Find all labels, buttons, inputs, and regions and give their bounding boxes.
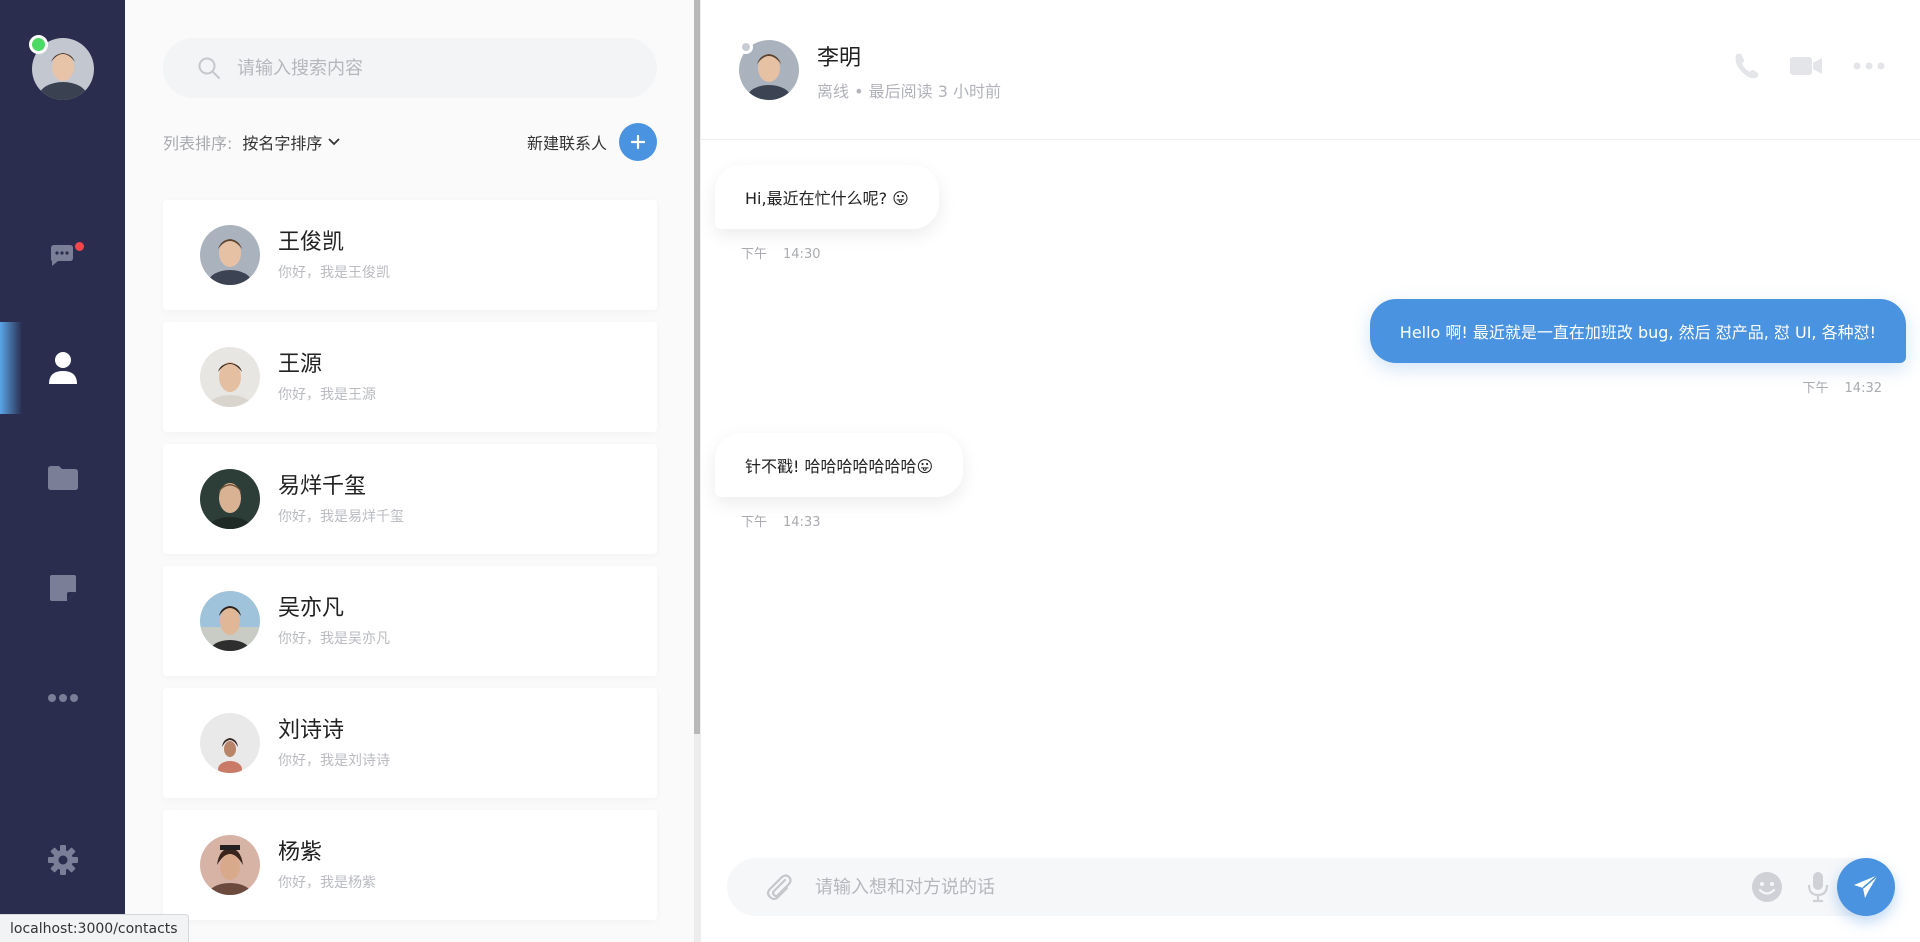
message-bubble: Hi,最近在忙什么呢? 😛	[715, 165, 939, 229]
message-timestamp: 下午 14:32	[1803, 377, 1882, 396]
contact-avatar	[200, 225, 260, 285]
contacts-panel: 列表排序: 按名字排序 新建联系人 王俊凯 你好，我是王俊凯	[125, 0, 695, 942]
chat-panel: 李明 离线 • 最后阅读 3 小时前 Hi,最近在忙什么呢? 😛 下午 14:30…	[700, 0, 1920, 942]
message-time: 14:30	[783, 247, 821, 262]
contact-item[interactable]: 王俊凯 你好，我是王俊凯	[163, 200, 657, 310]
contact-name: 王源	[278, 352, 323, 377]
chevron-down-icon	[328, 138, 341, 146]
contact-item[interactable]: 王源 你好，我是王源	[163, 322, 657, 432]
send-button[interactable]	[1837, 858, 1895, 916]
gear-icon	[47, 845, 78, 875]
nav-files-button[interactable]	[0, 432, 125, 524]
contact-last-message: 你好，我是王源	[278, 387, 376, 403]
attachment-icon[interactable]	[763, 872, 793, 902]
online-status-dot	[29, 35, 48, 54]
message-time: 14:33	[783, 515, 821, 530]
new-contact-button[interactable]: 新建联系人	[527, 123, 657, 161]
search-icon	[198, 57, 220, 79]
message-incoming: 针不戳! 哈哈哈哈哈哈哈😛	[715, 433, 964, 497]
sort-dropdown[interactable]: 按名字排序	[242, 130, 341, 154]
contact-item[interactable]: 吴亦凡 你好，我是吴亦凡	[163, 566, 657, 676]
my-avatar[interactable]	[29, 35, 94, 100]
chat-icon	[50, 245, 73, 266]
send-icon	[1854, 874, 1879, 898]
status-url-tooltip: localhost:3000/contacts	[0, 914, 189, 942]
nav-notes-button[interactable]	[0, 542, 125, 634]
message-composer	[727, 858, 1883, 916]
contact-last-message: 你好，我是吴亦凡	[278, 631, 390, 647]
note-icon	[49, 575, 76, 601]
contact-avatar	[200, 591, 260, 651]
contact-name: 刘诗诗	[278, 718, 345, 743]
message-incoming: Hi,最近在忙什么呢? 😛	[715, 165, 939, 229]
message-input[interactable]	[815, 876, 1695, 898]
sort-value: 按名字排序	[242, 134, 323, 153]
more-icon	[47, 694, 78, 702]
nav-more-button[interactable]	[0, 652, 125, 744]
nav-chat-button[interactable]	[0, 212, 125, 304]
composer-tools	[1751, 858, 1829, 916]
video-call-icon[interactable]	[1789, 55, 1823, 77]
more-options-icon[interactable]	[1853, 62, 1885, 70]
search-box[interactable]	[163, 38, 657, 98]
contact-avatar	[200, 469, 260, 529]
message-time: 14:32	[1844, 381, 1882, 396]
contact-name: 易烊千玺	[278, 474, 367, 499]
message-period: 下午	[741, 247, 768, 262]
message-period: 下午	[1802, 381, 1829, 396]
contact-name: 杨紫	[278, 840, 323, 865]
chat-contact-status: 离线 • 最后阅读 3 小时前	[817, 82, 1001, 101]
nav-settings-button[interactable]	[0, 814, 125, 906]
user-icon	[48, 352, 77, 384]
offline-status-dot	[739, 40, 753, 54]
emoji-icon[interactable]	[1751, 871, 1783, 903]
microphone-icon[interactable]	[1807, 871, 1829, 903]
plus-icon	[631, 135, 645, 149]
chat-header-actions	[1733, 52, 1885, 80]
message-bubble: 针不戳! 哈哈哈哈哈哈哈😛	[715, 433, 964, 497]
message-timestamp: 下午 14:33	[741, 511, 820, 530]
new-contact-label: 新建联系人	[526, 134, 607, 153]
chat-contact-name: 李明	[817, 46, 862, 71]
message-period: 下午	[741, 515, 768, 530]
chat-header: 李明 离线 • 最后阅读 3 小时前	[701, 0, 1920, 140]
contact-last-message: 你好，我是易烊千玺	[278, 509, 404, 525]
sort-label: 列表排序:	[163, 134, 233, 153]
contact-name: 吴亦凡	[278, 596, 345, 621]
contact-last-message: 你好，我是刘诗诗	[278, 753, 390, 769]
nav-contacts-button[interactable]	[0, 322, 125, 414]
message-outgoing: Hello 啊! 最近就是一直在加班改 bug, 然后 怼产品, 怼 UI, 各…	[1369, 299, 1906, 363]
contact-avatar	[200, 713, 260, 773]
contact-list: 王俊凯 你好，我是王俊凯 王源 你好，我是王源 易烊千玺 你好，我是易烊千玺 吴…	[163, 200, 657, 932]
contact-item[interactable]: 易烊千玺 你好，我是易烊千玺	[163, 444, 657, 554]
message-timestamp: 下午 14:30	[741, 243, 820, 262]
sort-bar: 列表排序: 按名字排序 新建联系人	[163, 120, 657, 164]
add-contact-button[interactable]	[619, 123, 657, 161]
contact-name: 王俊凯	[278, 230, 345, 255]
message-bubble: Hello 啊! 最近就是一直在加班改 bug, 然后 怼产品, 怼 UI, 各…	[1369, 299, 1906, 363]
nav-rail	[0, 0, 125, 942]
contact-last-message: 你好，我是王俊凯	[278, 265, 390, 281]
folder-icon	[47, 466, 78, 490]
phone-icon[interactable]	[1733, 52, 1759, 80]
contact-last-message: 你好，我是杨紫	[278, 875, 376, 891]
contact-avatar	[200, 347, 260, 407]
contact-avatar	[200, 835, 260, 895]
unread-badge	[75, 242, 84, 251]
search-input[interactable]	[237, 57, 617, 79]
contact-item[interactable]: 刘诗诗 你好，我是刘诗诗	[163, 688, 657, 798]
contact-item[interactable]: 杨紫 你好，我是杨紫	[163, 810, 657, 920]
